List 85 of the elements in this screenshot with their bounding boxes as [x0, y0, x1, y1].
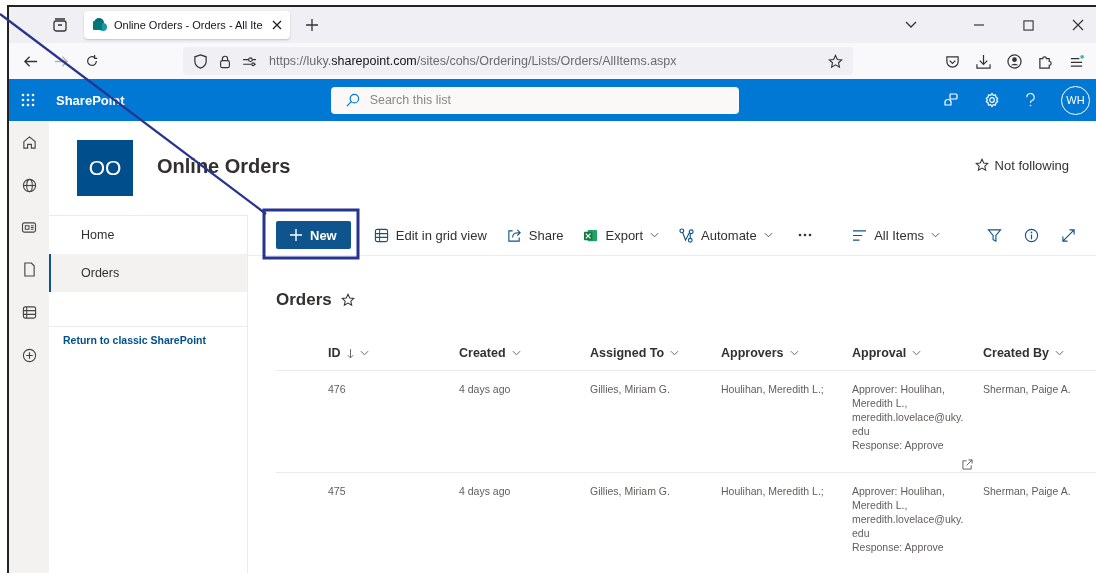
- command-button[interactable]: Automate: [672, 227, 780, 243]
- download-icon[interactable]: [976, 53, 991, 69]
- table-cell: 476: [328, 383, 346, 395]
- grid-icon: [373, 227, 389, 243]
- command-button[interactable]: Export: [576, 227, 667, 243]
- column-header[interactable]: Assigned To: [582, 346, 713, 360]
- extensions-icon[interactable]: [1038, 53, 1053, 69]
- url-text: https://luky.sharepoint.com/sites/cohs/Ordering/Lists/Orders/AllItems.aspx: [269, 54, 677, 68]
- site-logo[interactable]: OO: [77, 140, 133, 196]
- table-cell: Sherman, Paige A.: [983, 485, 1071, 497]
- column-header[interactable]: Approvers: [713, 346, 844, 360]
- caret-icon: [931, 232, 940, 238]
- view-selector[interactable]: All Items: [845, 227, 947, 243]
- star-icon: [974, 158, 989, 172]
- response-text: Response: Approve: [852, 540, 944, 554]
- home-icon[interactable]: [21, 135, 37, 150]
- table-cell: Sherman, Paige A.: [983, 383, 1071, 395]
- expand-icon[interactable]: [1061, 227, 1076, 243]
- tab-title: Online Orders - Orders - All Ite: [114, 19, 264, 31]
- table-cell: 475: [328, 485, 346, 497]
- file-icon[interactable]: [22, 262, 36, 277]
- classic-link[interactable]: Return to classic SharePoint: [49, 327, 247, 346]
- pocket-icon[interactable]: [945, 53, 960, 69]
- spreadsheet-icon: [583, 227, 599, 243]
- caret-icon: [359, 350, 369, 356]
- list-title: Orders: [276, 290, 332, 310]
- lock-icon[interactable]: [218, 53, 232, 69]
- browser-tab[interactable]: Online Orders - Orders - All Ite: [84, 11, 290, 39]
- list-icon[interactable]: [21, 305, 37, 320]
- plus-icon: [290, 229, 302, 241]
- new-tab-icon[interactable]: [306, 19, 318, 31]
- table-cell: Houlihan, Meredith L.;: [721, 485, 824, 497]
- filter-icon[interactable]: [987, 227, 1002, 243]
- address-bar[interactable]: https://luky.sharepoint.com/sites/cohs/Ordering/Lists/Orders/AllItems.aspx: [183, 47, 853, 75]
- nav-item[interactable]: Home: [49, 216, 247, 254]
- tab-list-icon[interactable]: [52, 17, 68, 33]
- open-link-icon[interactable]: [962, 459, 973, 470]
- new-button[interactable]: New: [276, 221, 351, 249]
- response-text: Response: Approve: [852, 438, 944, 452]
- reload-icon[interactable]: [85, 54, 99, 68]
- info-icon[interactable]: [1024, 227, 1039, 243]
- lines-icon: [852, 228, 868, 242]
- table-cell: Gillies, Miriam G.: [590, 485, 670, 497]
- command-button[interactable]: Share: [499, 227, 571, 243]
- table-cell: 4 days ago: [459, 485, 511, 497]
- favorite-star-icon[interactable]: [340, 293, 355, 307]
- column-header[interactable]: ID: [320, 346, 451, 360]
- caret-icon: [789, 350, 799, 356]
- settings-icon[interactable]: [984, 92, 1000, 108]
- approver-text: Approver: Houlihan, Meredith L., meredith.lovelace@uky.edu: [852, 484, 965, 540]
- close-window-icon[interactable]: [1072, 19, 1084, 31]
- shield-icon[interactable]: [193, 53, 208, 69]
- sharepoint-logo-icon: [92, 17, 108, 33]
- maximize-icon[interactable]: [1023, 19, 1034, 31]
- table-cell: 4 days ago: [459, 383, 511, 395]
- search-icon: [344, 92, 360, 108]
- menu-icon[interactable]: [1069, 53, 1084, 69]
- column-header[interactable]: Created: [451, 346, 582, 360]
- table-cell: Gillies, Miriam G.: [590, 383, 670, 395]
- flow-icon: [679, 227, 695, 243]
- add-icon[interactable]: [21, 348, 37, 363]
- command-button[interactable]: Edit in grid view: [366, 227, 494, 243]
- close-tab-icon[interactable]: [272, 20, 282, 30]
- column-header[interactable]: Created By: [975, 346, 1096, 360]
- chat-icon[interactable]: [943, 92, 959, 108]
- nav-item[interactable]: Orders: [49, 254, 247, 292]
- help-icon[interactable]: [1025, 92, 1036, 108]
- bookmark-star-icon[interactable]: [828, 53, 843, 69]
- globe-icon[interactable]: [21, 178, 37, 193]
- caret-icon: [912, 350, 922, 356]
- approver-text: Approver: Houlihan, Meredith L., meredith.lovelace@uky.edu: [852, 382, 965, 438]
- follow-button[interactable]: Not following: [974, 157, 1069, 173]
- app-name[interactable]: SharePoint: [56, 92, 125, 108]
- permissions-icon[interactable]: [242, 55, 257, 67]
- caret-icon: [1055, 350, 1064, 356]
- column-header[interactable]: Approval: [844, 346, 975, 360]
- app-launcher-icon[interactable]: [21, 93, 35, 107]
- account-icon[interactable]: [1007, 53, 1022, 69]
- share-icon: [506, 227, 522, 243]
- more-icon[interactable]: [797, 233, 812, 237]
- news-icon[interactable]: [21, 221, 37, 234]
- caret-icon: [670, 350, 680, 356]
- tab-overflow-caret-icon[interactable]: [905, 21, 917, 29]
- caret-icon: [511, 350, 521, 356]
- table-cell: Houlihan, Meredith L.;: [721, 383, 824, 395]
